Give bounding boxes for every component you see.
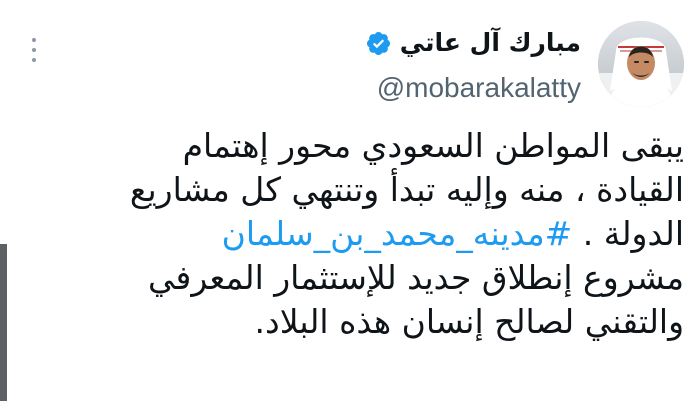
tweet-text: يبقى المواطن السعودي محور إهتمام القيادة…	[44, 124, 684, 344]
more-dot	[32, 48, 36, 52]
tweet-line: يبقى المواطن السعودي محور إهتمام	[182, 126, 684, 165]
avatar[interactable]	[598, 21, 684, 107]
author-handle[interactable]: @mobarakalatty	[377, 70, 581, 106]
tweet-line: الدولة . #مدينه_محمد_بن_سلمان	[44, 212, 684, 256]
more-dot	[32, 38, 36, 42]
author-name-row[interactable]: مبارك آل عاتي	[365, 27, 581, 59]
profile-photo-icon	[598, 21, 684, 107]
tweet-line-text: الدولة .	[582, 214, 684, 253]
tweet-line: القيادة ، منه وإليه تبدأ وتنتهي كل مشاري…	[129, 170, 684, 209]
more-dot	[32, 58, 36, 62]
hashtag-link[interactable]: #مدينه_محمد_بن_سلمان	[222, 214, 573, 253]
verified-badge-icon	[366, 31, 390, 55]
tweet-line: مشروع إنطلاق جديد للإستثمار المعرفي	[148, 258, 684, 297]
more-options-icon[interactable]	[28, 38, 40, 62]
tweet-line: والتقني لصالح إنسان هذه البلاد.	[254, 302, 684, 341]
author-display-name[interactable]: مبارك آل عاتي	[400, 27, 581, 59]
screen-edge-bar	[0, 244, 7, 401]
